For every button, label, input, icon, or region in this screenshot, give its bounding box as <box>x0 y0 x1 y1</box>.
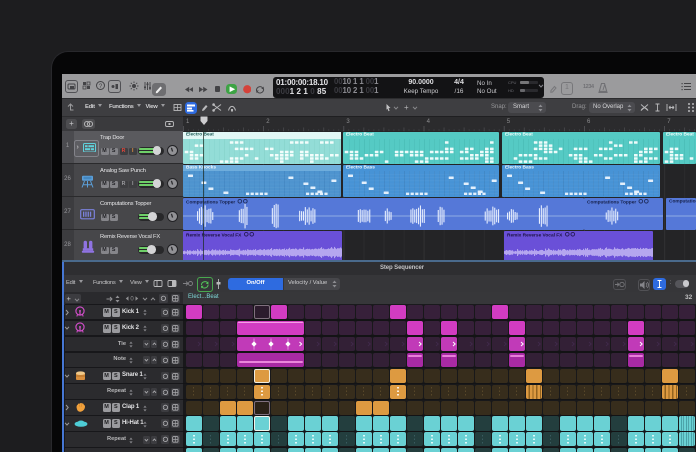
svg-text:0: 0 <box>130 297 134 302</box>
